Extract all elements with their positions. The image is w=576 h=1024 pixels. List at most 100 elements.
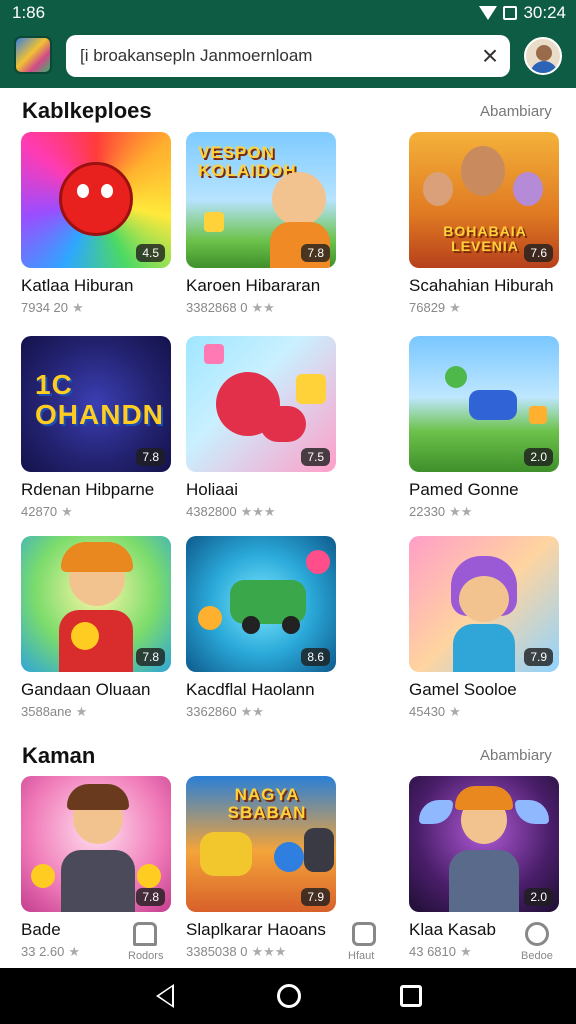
game-thumbnail[interactable]: 7.5 [186, 336, 336, 472]
wifi-icon [479, 6, 498, 20]
star-icon: ★ [68, 944, 81, 959]
game-thumbnail[interactable]: 2.0 [409, 776, 559, 912]
game-title: Scahahian Hiburah [409, 276, 554, 295]
game-downloads: 3588ane [21, 704, 72, 719]
status-clock-right: 30:24 [523, 3, 566, 22]
game-thumbnail[interactable]: 2.0 [409, 336, 559, 472]
game-meta: 3385038 0 ★★★ [186, 944, 336, 960]
star-icon: ★★ [449, 504, 473, 519]
game-meta: 22330 ★★ [409, 504, 559, 520]
status-time: 1:86 [12, 3, 46, 22]
app-logo[interactable] [14, 36, 52, 74]
star-icon: ★ [75, 704, 88, 719]
game-thumbnail[interactable]: BOHABAIA LEVENIA 7.6 [409, 132, 559, 268]
rating-badge: 2.0 [524, 888, 553, 906]
game-meta: 3588ane ★ [21, 704, 171, 720]
game-meta: 76829 ★ [409, 300, 559, 316]
game-thumbnail[interactable]: 7.8 [21, 776, 171, 912]
rating-badge: 2.0 [524, 448, 553, 466]
avatar[interactable] [524, 37, 562, 75]
game-title: Gamel Sooloe [409, 680, 517, 699]
recents-icon[interactable] [400, 985, 422, 1007]
games-tab-icon[interactable] [352, 922, 376, 946]
rating-badge: 7.6 [524, 244, 553, 262]
back-icon[interactable] [156, 984, 174, 1008]
tab-label[interactable]: Rodors [128, 950, 163, 962]
home-icon[interactable] [277, 984, 301, 1008]
section-title: Kaman [22, 743, 96, 768]
game-meta: 7934 20 ★ [21, 300, 171, 316]
game-downloads: 45430 [409, 704, 446, 719]
game-downloads: 3362860 [186, 704, 237, 719]
game-meta: 42870 ★ [21, 504, 171, 520]
game-meta: 45430 ★ [409, 704, 559, 720]
home-tab-icon[interactable] [133, 922, 157, 946]
system-nav-bar [0, 968, 576, 1024]
game-downloads: 4382800 [186, 504, 237, 519]
game-thumbnail[interactable]: VESPON KOLAIDOH 7.8 [186, 132, 336, 268]
section-see-all-link[interactable]: Abambiary [480, 747, 552, 764]
game-card[interactable]: 7.8 Gandaan Oluaan 3588ane ★ [21, 536, 171, 720]
game-downloads: 42870 [21, 504, 58, 519]
section-see-all-link[interactable]: Abambiary [480, 103, 552, 120]
game-title: Kacdflal Haolann [186, 680, 315, 699]
rating-badge: 7.8 [136, 888, 165, 906]
avatar-head [536, 45, 552, 61]
game-card[interactable]: 7.5 Holiaai 4382800 ★★★ [186, 336, 336, 520]
star-icon: ★ [460, 944, 472, 959]
game-downloads: 3382868 0 [186, 300, 248, 315]
game-thumbnail[interactable]: NAGYA SBABAN 7.9 [186, 776, 336, 912]
battery-icon [503, 6, 518, 20]
game-downloads: 76829 [409, 300, 446, 315]
search-input[interactable]: [i broakansepln Janmoernloam [80, 46, 470, 66]
star-icon: ★ [61, 504, 73, 519]
star-icon: ★ [72, 300, 84, 315]
game-thumbnail[interactable]: 1C OHANDN 7.8 [21, 336, 171, 472]
star-icon: ★★★ [240, 504, 276, 519]
game-card[interactable]: 1C OHANDN 7.8 Rdenan Hibparne 42870 ★ [21, 336, 171, 520]
game-downloads: 22330 [409, 504, 446, 519]
game-thumbnail[interactable]: 7.9 [409, 536, 559, 672]
game-downloads: 3385038 0 [186, 944, 248, 959]
star-icon: ★ [449, 300, 461, 315]
game-downloads: 33 2.60 [21, 944, 65, 959]
game-card[interactable]: NAGYA SBABAN 7.9 Slaplkarar Haoans 33850… [186, 776, 336, 960]
game-title: Katlaa Hiburan [21, 276, 134, 295]
game-card[interactable]: 4.5 Katlaa Hiburan 7934 20 ★ [21, 132, 171, 316]
game-title: Slaplkarar Haoans [186, 920, 326, 939]
game-thumbnail[interactable]: 8.6 [186, 536, 336, 672]
rating-badge: 7.8 [136, 448, 165, 466]
status-bar: 1:86 30:24 [0, 0, 576, 26]
game-title: Pamed Gonne [409, 480, 519, 499]
game-title: Holiaai [186, 480, 238, 499]
profile-tab-icon[interactable] [525, 922, 549, 946]
star-icon: ★★★ [251, 944, 287, 959]
rating-badge: 7.9 [301, 888, 330, 906]
game-title: Gandaan Oluaan [21, 680, 151, 699]
game-card[interactable]: 8.6 Kacdflal Haolann 3362860 ★★ [186, 536, 336, 720]
section-title: Kablkeploes [22, 98, 152, 123]
card-art-text: NAGYA SBABAN [227, 785, 307, 822]
rating-badge: 7.5 [301, 448, 330, 466]
status-icons: 30:24 [479, 3, 566, 23]
game-meta: 3382868 0 ★★ [186, 300, 336, 316]
search-bar[interactable]: [i broakansepln Janmoernloam × [66, 35, 510, 77]
star-icon: ★★ [251, 300, 275, 315]
game-card[interactable]: 2.0 Pamed Gonne 22330 ★★ [409, 336, 559, 520]
game-meta: 4382800 ★★★ [186, 504, 336, 520]
rating-badge: 4.5 [136, 244, 165, 262]
game-card[interactable]: 7.9 Gamel Sooloe 45430 ★ [409, 536, 559, 720]
game-title: Rdenan Hibparne [21, 480, 155, 499]
game-thumbnail[interactable]: 7.8 [21, 536, 171, 672]
tab-label[interactable]: Hfaut [348, 950, 374, 962]
rating-badge: 7.8 [136, 648, 165, 666]
tab-label[interactable]: Bedoe [521, 950, 553, 962]
game-card[interactable]: VESPON KOLAIDOH 7.8 Karoen Hibararan 338… [186, 132, 336, 316]
rating-badge: 8.6 [301, 648, 330, 666]
game-title: Karoen Hibararan [186, 276, 321, 295]
avatar-body [530, 61, 558, 73]
clear-search-icon[interactable]: × [470, 36, 510, 76]
game-card[interactable]: BOHABAIA LEVENIA 7.6 Scahahian Hiburah 7… [409, 132, 559, 316]
game-thumbnail[interactable]: 4.5 [21, 132, 171, 268]
game-downloads: 7934 20 [21, 300, 68, 315]
